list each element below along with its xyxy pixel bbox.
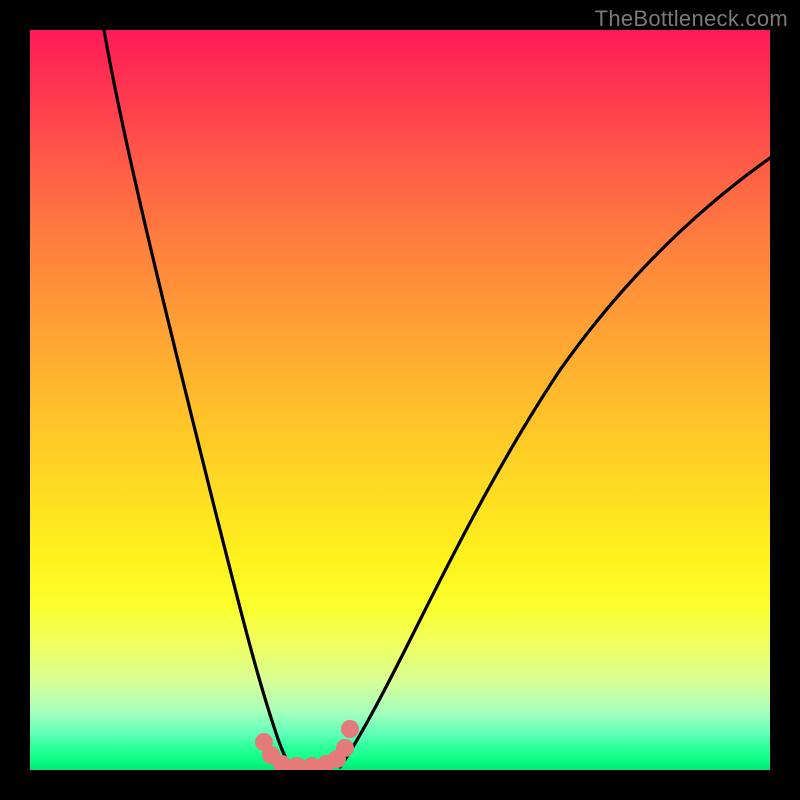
chart-frame: TheBottleneck.com — [0, 0, 800, 800]
curve-left-branch — [104, 30, 292, 767]
curve-overlay — [30, 30, 770, 770]
curve-right-branch — [340, 158, 770, 767]
watermark-text: TheBottleneck.com — [595, 6, 788, 32]
marker-dots — [255, 720, 359, 770]
plot-area — [30, 30, 770, 770]
